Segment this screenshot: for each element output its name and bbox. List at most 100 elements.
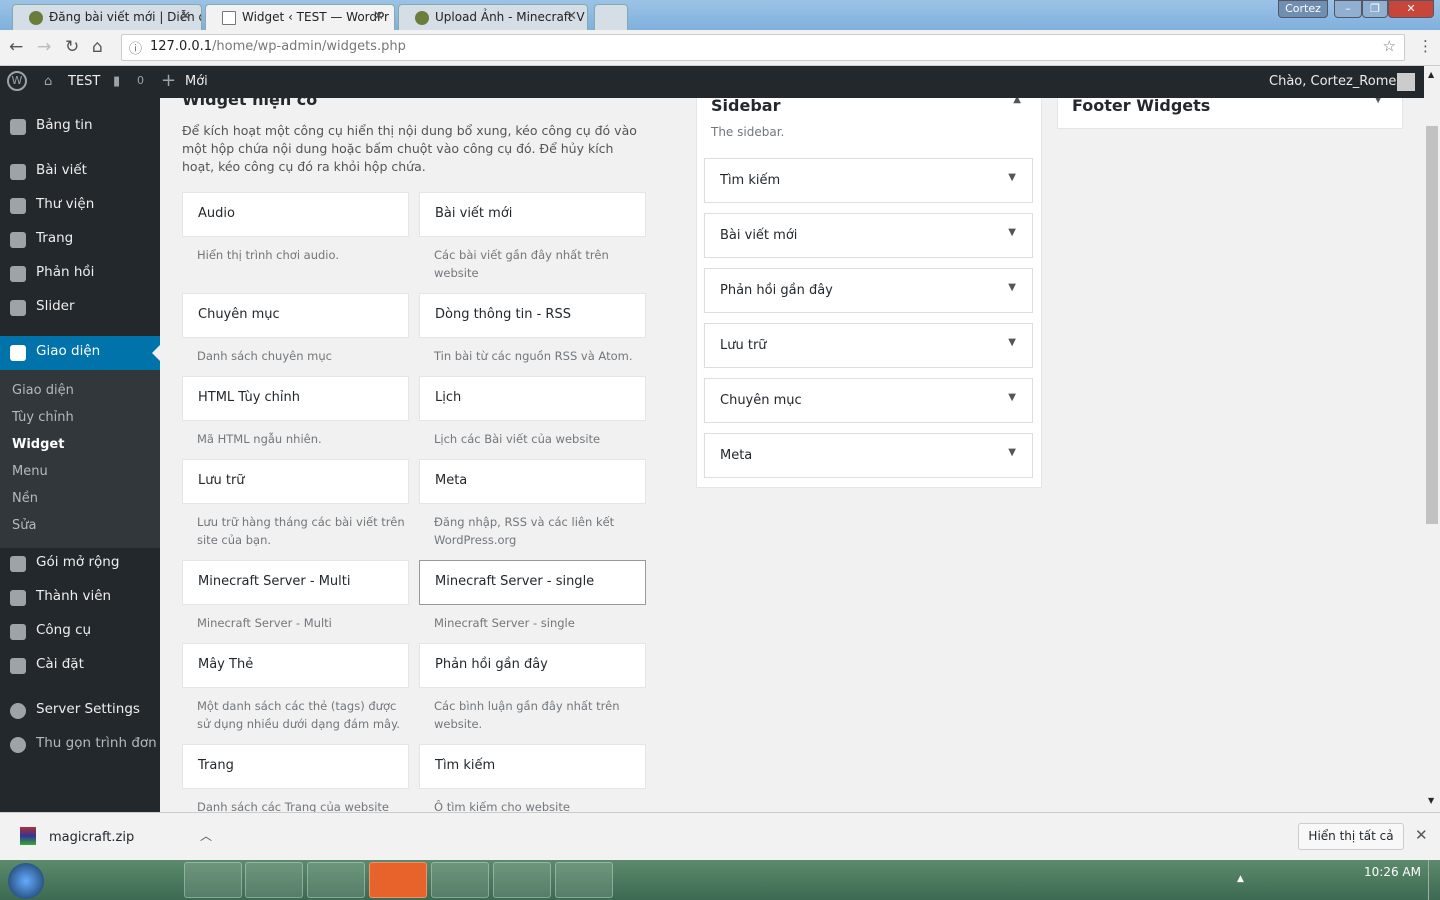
chevron-up-icon[interactable]: ︿ [200,827,212,844]
menu-tools[interactable]: Công cụ [0,615,160,649]
reload-icon[interactable]: ↻ [65,37,79,57]
bookmark-star-icon[interactable]: ☆ [1383,37,1396,55]
home-icon: ⌂ [44,74,53,89]
sidebar-widget-item[interactable]: Tìm kiếm ▼ [704,158,1033,203]
widget-tile[interactable]: Phản hồi gần đây [419,643,646,688]
submenu-menus[interactable]: Menu [12,464,48,479]
widget-tile[interactable]: Bài viết mới [419,192,646,237]
url-bar[interactable]: ⓘ 127.0.0.1/home/wp-admin/widgets.php ☆ [121,34,1405,61]
show-all-downloads-button[interactable]: Hiển thị tất cả [1298,823,1404,850]
expand-arrow-icon[interactable]: ▼ [1008,172,1016,183]
widget-tile[interactable]: Dòng thông tin - RSS [419,293,646,338]
close-tab-icon[interactable]: ✕ [373,9,384,24]
menu-settings[interactable]: Cài đặt [0,649,160,683]
widget-tile[interactable]: Lịch [419,376,646,421]
menu-slider[interactable]: Slider [0,291,160,325]
menu-icon[interactable]: ⋮ [1418,37,1433,55]
menu-label: Công cụ [36,622,92,638]
footer-widget-area[interactable]: Footer Widgets ▼ [1057,98,1403,129]
sidebar-widget-item[interactable]: Bài viết mới ▼ [704,213,1033,258]
xampp-taskbar-icon[interactable] [369,862,427,898]
menu-plugins[interactable]: Gói mở rộng [0,547,160,581]
menu-label: Thành viên [36,588,112,604]
explorer-taskbar-icon[interactable] [307,862,365,898]
widget-tile[interactable]: Trang [182,744,409,789]
tray-arrow-icon[interactable]: ▲ [1237,874,1244,884]
account-greeting[interactable]: Chào, Cortez_Romeo [1269,74,1404,89]
collapse-arrow-icon[interactable]: ▲ [1013,98,1021,105]
expand-arrow-icon[interactable]: ▼ [1008,282,1016,293]
scroll-down-icon[interactable]: ▼ [1428,796,1434,805]
widget-description: Minecraft Server - Multi [197,616,332,630]
collapse-menu-button[interactable]: Thu gọn trình đơn [0,728,160,762]
expand-arrow-icon[interactable]: ▼ [1008,447,1016,458]
tab-3[interactable]: Upload Ảnh - Minecraft V ✕ [398,4,588,30]
expand-arrow-icon[interactable]: ▼ [1374,98,1382,105]
tab-2-active[interactable]: Widget ‹ TEST — WordPr ✕ [205,4,395,30]
menu-posts[interactable]: Bài viết [0,155,160,189]
forward-icon[interactable]: → [37,37,51,57]
winrar-taskbar-icon[interactable] [493,862,551,898]
show-desktop-button[interactable] [1428,860,1440,900]
menu-appearance[interactable]: Giao diện [0,336,160,370]
cmd-taskbar-icon[interactable] [431,862,489,898]
widget-tile[interactable]: Chuyên mục [182,293,409,338]
submenu-widgets[interactable]: Widget [12,437,64,452]
restore-button[interactable]: ❐ [1362,0,1388,18]
submenu-themes[interactable]: Giao diện [12,383,74,398]
scrollbar-thumb[interactable] [1426,126,1438,524]
widget-tile[interactable]: Minecraft Server - single [419,560,646,605]
site-name-link[interactable]: TEST [68,74,100,89]
widget-tile[interactable]: Lưu trữ [182,459,409,504]
avatar[interactable] [1397,73,1415,91]
sidebar-widget-item[interactable]: Lưu trữ ▼ [704,323,1033,368]
submenu-editor[interactable]: Sửa [12,518,36,533]
close-tab-icon[interactable]: ✕ [180,9,191,24]
close-icon[interactable]: ✕ [1415,826,1428,844]
sidebar-widget-item[interactable]: Chuyên mục ▼ [704,378,1033,423]
app-pinned-icon[interactable] [122,862,180,898]
widget-tile[interactable]: Meta [419,459,646,504]
appearance-submenu: Giao diện Tùy chỉnh Widget Menu Nền Sửa [0,370,160,548]
page-scrollbar[interactable]: ▲ ▼ [1424,66,1440,812]
profile-button[interactable]: Cortez [1278,0,1328,18]
menu-comments[interactable]: Phản hồi [0,257,160,291]
back-icon[interactable]: ← [9,37,23,57]
scroll-up-icon[interactable]: ▲ [1428,70,1434,79]
expand-arrow-icon[interactable]: ▼ [1008,337,1016,348]
download-filename[interactable]: magicraft.zip [49,830,134,845]
comments-count[interactable]: 0 [137,74,144,87]
menu-users[interactable]: Thành viên [0,581,160,615]
clock[interactable]: 10:26 AM [1364,865,1421,879]
submenu-background[interactable]: Nền [12,491,38,506]
widget-tile[interactable]: Audio [182,192,409,237]
home-icon[interactable]: ⌂ [92,37,103,57]
menu-dashboard[interactable]: Bảng tin [0,110,160,144]
sidebar-widget-item[interactable]: Meta ▼ [704,433,1033,478]
widget-tile[interactable]: Mây Thẻ [182,643,409,688]
minimize-button[interactable]: – [1334,0,1362,18]
wordpress-logo-icon[interactable]: W [7,71,27,91]
close-tab-icon[interactable]: ✕ [566,9,577,24]
tab-1[interactable]: Đăng bài viết mới | Diễn đ ✕ [12,4,202,30]
widget-tile[interactable]: Minecraft Server - Multi [182,560,409,605]
menu-media[interactable]: Thư viện [0,189,160,223]
admin-sidebar-menu: Bảng tin Bài viết Thư viện Trang Phản hồ… [0,98,160,812]
chrome-taskbar-icon[interactable] [245,862,303,898]
expand-arrow-icon[interactable]: ▼ [1008,227,1016,238]
brush-icon [10,345,26,361]
menu-pages[interactable]: Trang [0,223,160,257]
close-window-button[interactable]: ✕ [1388,0,1434,18]
start-button[interactable] [8,863,44,899]
menu-server-settings[interactable]: Server Settings [0,694,160,728]
notepad-taskbar-icon[interactable] [555,862,613,898]
minecraft-taskbar-icon[interactable] [184,862,242,898]
widget-tile[interactable]: Tìm kiếm [419,744,646,789]
widget-tile[interactable]: HTML Tùy chỉnh [182,376,409,421]
new-tab-button[interactable] [594,4,628,30]
chrome-pinned-icon[interactable] [62,862,120,898]
submenu-customize[interactable]: Tùy chỉnh [12,410,74,425]
expand-arrow-icon[interactable]: ▼ [1008,392,1016,403]
sidebar-widget-item[interactable]: Phản hồi gần đây ▼ [704,268,1033,313]
new-content-link[interactable]: Mới [185,74,208,89]
